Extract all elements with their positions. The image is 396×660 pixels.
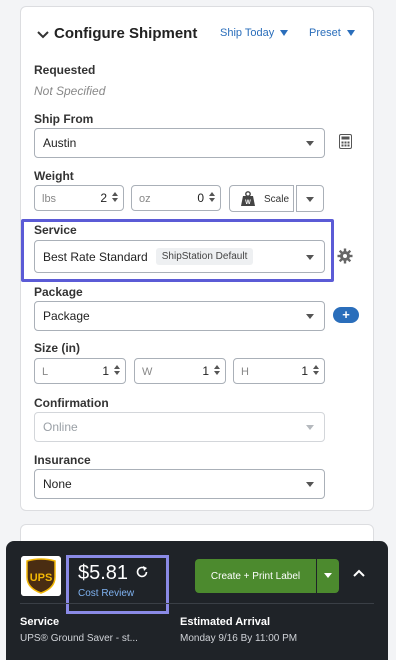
stepper-icon[interactable] bbox=[112, 191, 119, 205]
chevron-down-icon bbox=[306, 255, 314, 260]
package-label: Package bbox=[34, 285, 83, 299]
weight-label: Weight bbox=[34, 169, 74, 183]
create-print-label-button[interactable]: Create + Print Label bbox=[195, 559, 316, 593]
weight-icon: W bbox=[241, 191, 255, 206]
stepper-icon[interactable] bbox=[114, 364, 121, 378]
preset-dropdown[interactable]: Preset bbox=[309, 27, 355, 39]
oz-value: 0 bbox=[197, 191, 204, 205]
stepper-icon[interactable] bbox=[214, 364, 221, 378]
length-value: 1 bbox=[102, 364, 109, 378]
scale-label: Scale bbox=[264, 194, 290, 205]
footer-service-value: UPS® Ground Saver - st... bbox=[20, 633, 138, 644]
insurance-select[interactable]: None bbox=[34, 469, 325, 499]
size-width-input[interactable]: W 1 bbox=[134, 358, 226, 384]
weight-lbs-input[interactable]: lbs 2 bbox=[34, 185, 124, 211]
ship-from-label: Ship From bbox=[34, 112, 94, 126]
ship-today-dropdown[interactable]: Ship Today bbox=[220, 27, 289, 39]
caret-down-icon bbox=[346, 30, 355, 37]
gear-icon[interactable] bbox=[337, 248, 353, 264]
ups-logo-icon: UPS bbox=[21, 556, 61, 596]
height-value: 1 bbox=[301, 364, 308, 378]
insurance-label: Insurance bbox=[34, 453, 91, 467]
caret-down-icon bbox=[324, 573, 332, 578]
confirmation-label: Confirmation bbox=[34, 396, 109, 410]
rate-price: $5.81 bbox=[78, 562, 129, 584]
service-value: Best Rate Standard bbox=[43, 249, 148, 264]
size-length-input[interactable]: L 1 bbox=[34, 358, 126, 384]
package-select[interactable]: Package bbox=[34, 301, 325, 331]
weight-oz-input[interactable]: oz 0 bbox=[131, 185, 221, 211]
ship-from-select[interactable]: Austin bbox=[34, 128, 325, 158]
oz-unit: oz bbox=[139, 193, 151, 205]
add-package-button[interactable]: + bbox=[333, 307, 359, 323]
package-value: Package bbox=[43, 309, 90, 323]
size-label: Size (in) bbox=[34, 341, 81, 355]
confirmation-value: Online bbox=[43, 420, 78, 434]
width-unit: W bbox=[142, 366, 153, 378]
refresh-icon[interactable] bbox=[135, 565, 149, 579]
calculator-icon[interactable] bbox=[339, 134, 352, 149]
lbs-unit: lbs bbox=[42, 193, 57, 205]
requested-value: Not Specified bbox=[34, 84, 106, 98]
create-label-dropdown[interactable] bbox=[317, 559, 339, 593]
price-highlight: $5.81 Cost Review bbox=[66, 555, 169, 614]
lbs-value: 2 bbox=[100, 191, 107, 205]
chevron-down-icon bbox=[306, 425, 314, 430]
insurance-value: None bbox=[43, 477, 72, 491]
stepper-icon[interactable] bbox=[209, 191, 216, 205]
chevron-down-icon bbox=[306, 141, 314, 146]
footer-divider bbox=[20, 603, 374, 604]
ship-today-label: Ship Today bbox=[220, 27, 275, 39]
service-label: Service bbox=[34, 223, 77, 237]
caret-down-icon bbox=[280, 30, 289, 37]
chevron-up-icon[interactable] bbox=[352, 567, 366, 579]
width-value: 1 bbox=[202, 364, 209, 378]
ship-from-value: Austin bbox=[43, 136, 77, 150]
rate-footer: UPS $5.81 Cost Review Create + Print Lab… bbox=[6, 541, 388, 660]
scale-button[interactable]: W Scale bbox=[229, 185, 294, 212]
panel-title: Configure Shipment bbox=[54, 25, 198, 42]
default-badge: ShipStation Default bbox=[155, 248, 254, 265]
preset-label: Preset bbox=[309, 27, 341, 39]
stepper-icon[interactable] bbox=[313, 364, 320, 378]
caret-down-icon bbox=[306, 197, 314, 202]
requested-label: Requested bbox=[34, 63, 96, 77]
chevron-down-icon bbox=[306, 482, 314, 487]
estimated-arrival-label: Estimated Arrival bbox=[180, 616, 271, 628]
length-unit: L bbox=[42, 366, 49, 378]
svg-text:W: W bbox=[245, 200, 251, 206]
size-height-input[interactable]: H 1 bbox=[233, 358, 325, 384]
confirmation-select: Online bbox=[34, 412, 325, 442]
panel-header: Configure Shipment Ship Today Preset bbox=[34, 24, 360, 46]
service-select[interactable]: Best Rate Standard ShipStation Default bbox=[34, 240, 325, 273]
svg-text:UPS: UPS bbox=[30, 572, 53, 584]
scale-dropdown-button[interactable] bbox=[296, 185, 324, 212]
footer-service-label: Service bbox=[20, 616, 60, 628]
height-unit: H bbox=[241, 366, 249, 378]
estimated-arrival-value: Monday 9/16 By 11:00 PM bbox=[180, 633, 298, 644]
chevron-down-icon bbox=[306, 314, 314, 319]
cost-review-link[interactable]: Cost Review bbox=[78, 588, 134, 599]
chevron-down-icon[interactable] bbox=[36, 28, 50, 42]
